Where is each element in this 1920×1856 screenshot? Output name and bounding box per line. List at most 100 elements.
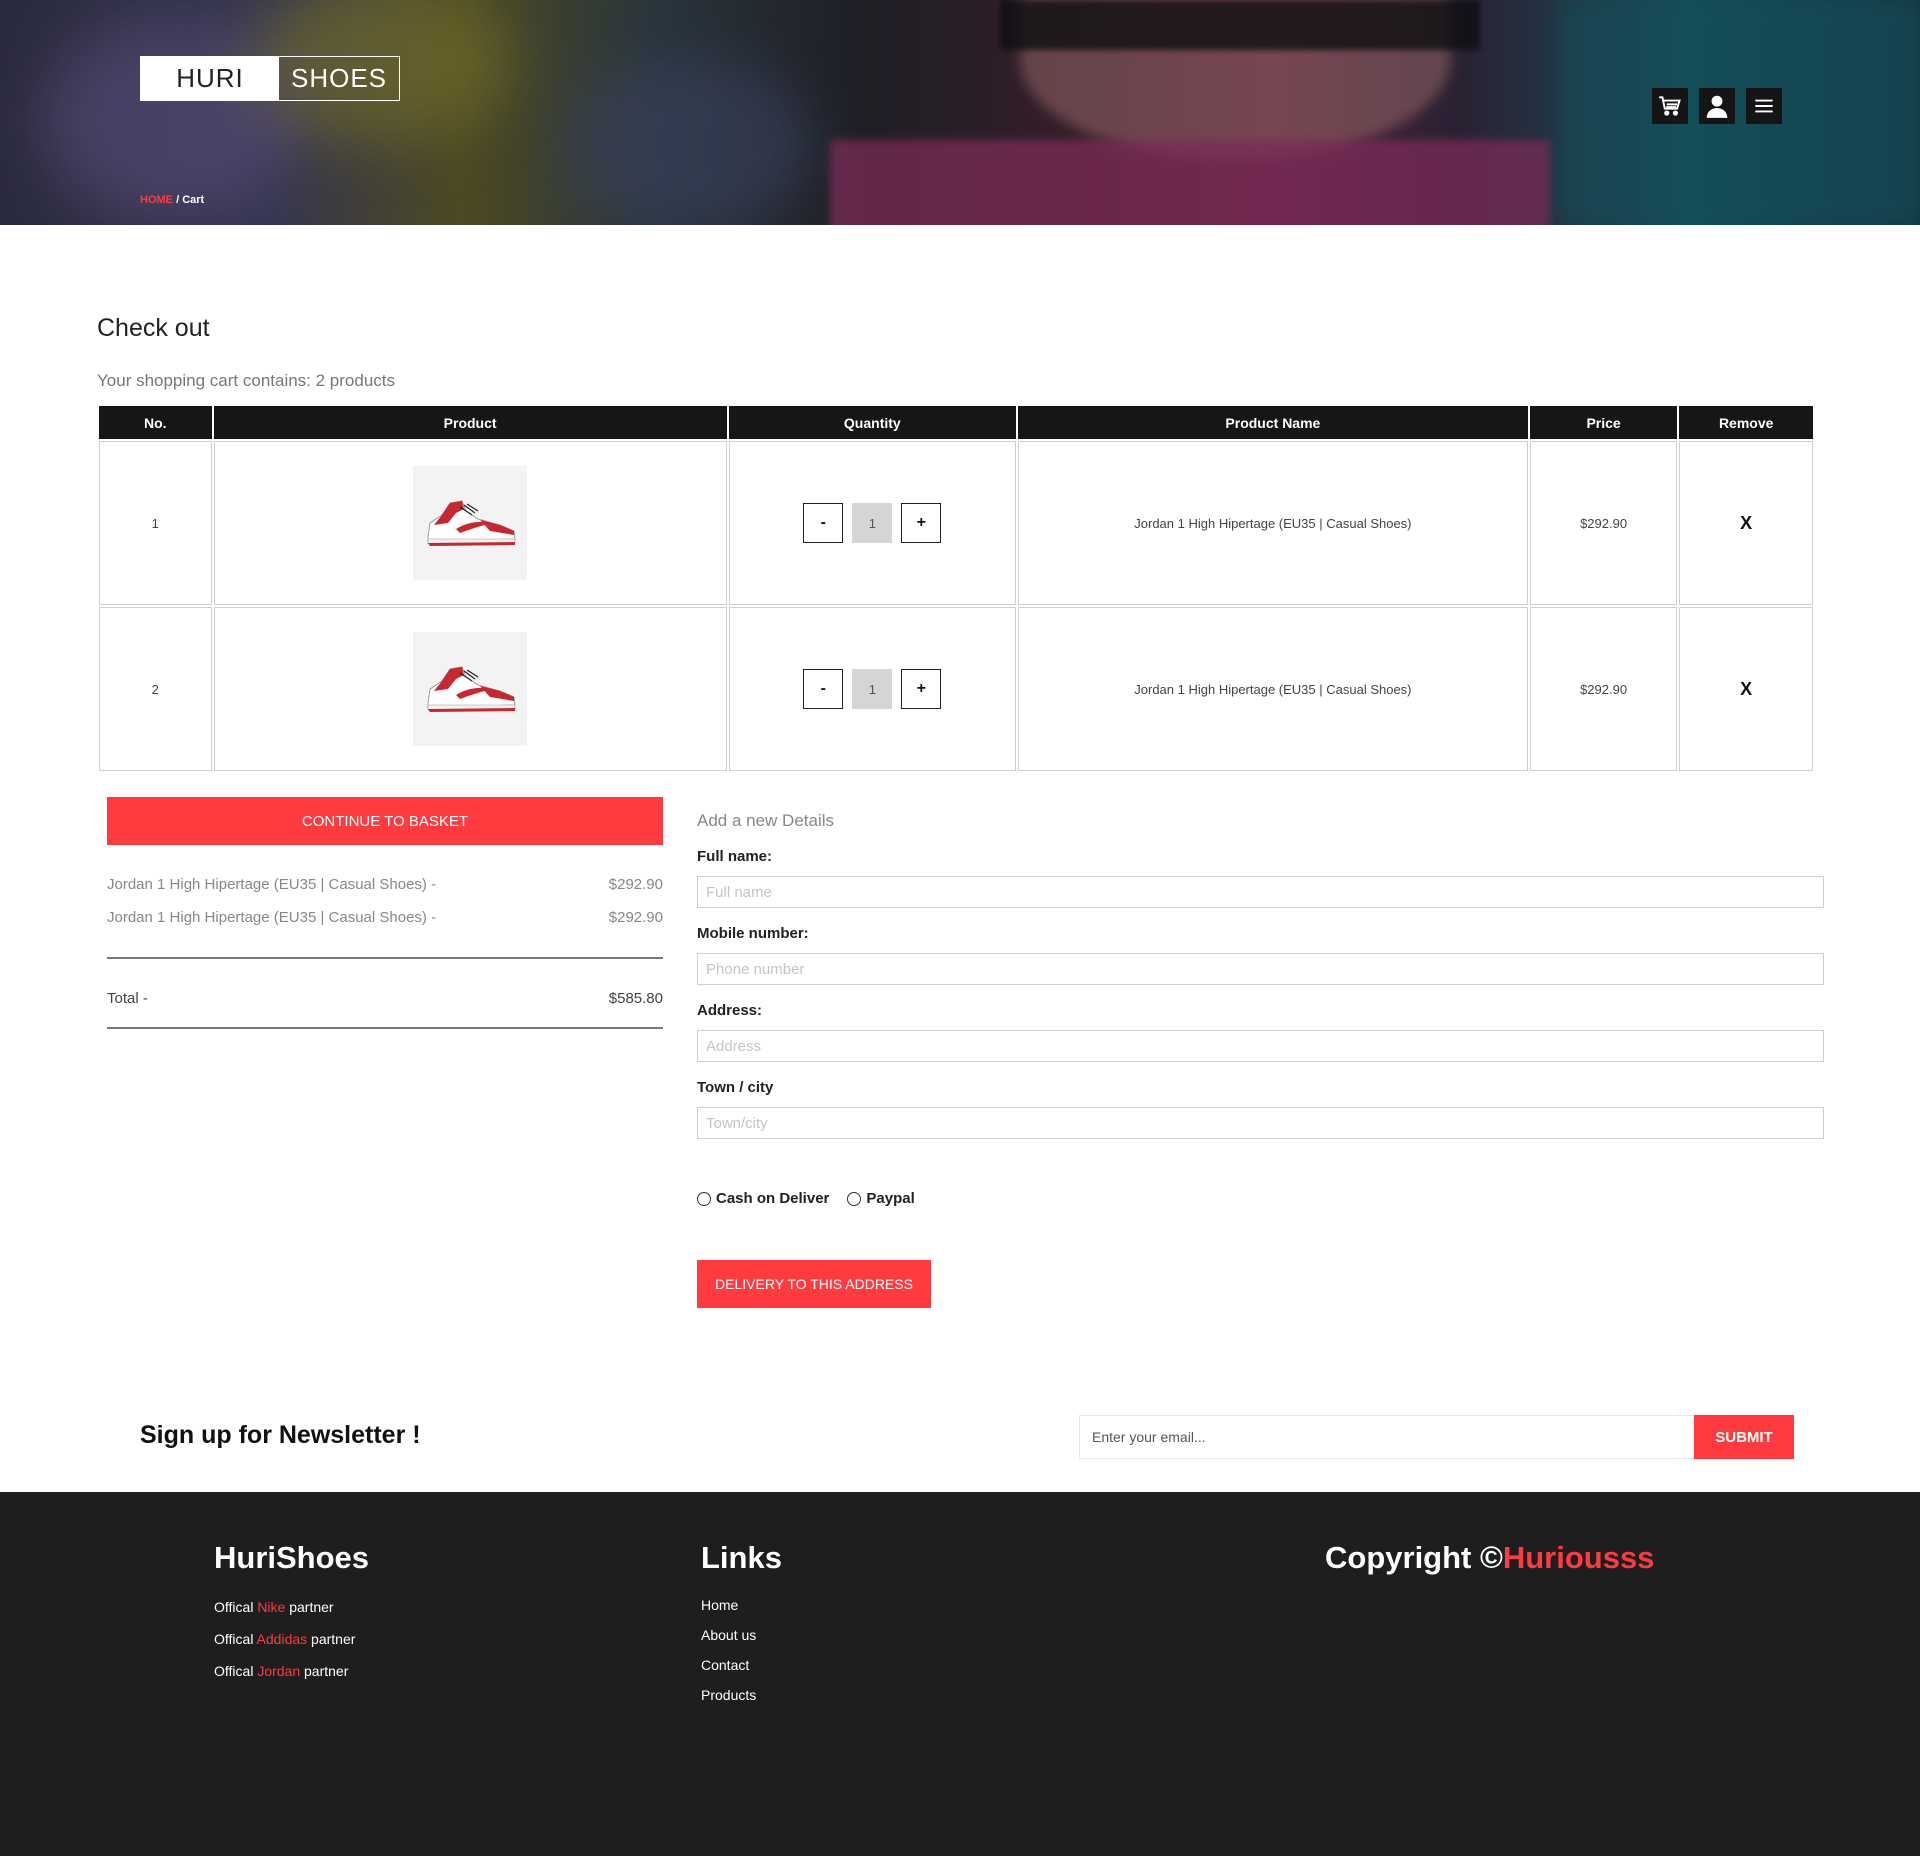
row-number: 2 xyxy=(99,607,212,771)
col-header-price: Price xyxy=(1529,406,1678,439)
newsletter-email-field[interactable] xyxy=(1079,1415,1696,1459)
footer-link-contact[interactable]: Contact xyxy=(701,1657,749,1673)
partner-line-nike: Offical Nike partner xyxy=(214,1599,334,1615)
partner-brand: Addidas xyxy=(256,1631,308,1647)
partner-line-addidas: Offical Addidas partner xyxy=(214,1631,355,1647)
product-name: Jordan 1 High Hipertage (EU35 | Casual S… xyxy=(1017,607,1528,771)
cart-table: No. Product Quantity Product Name Price … xyxy=(97,404,1815,773)
table-row: 1 - 1 + Jordan 1 High Hipertage (EU35 | … xyxy=(99,441,1813,605)
table-row: 2 - 1 + Jordan 1 High Hipertage (EU35 | … xyxy=(99,607,1813,771)
col-header-product: Product xyxy=(213,406,727,439)
quantity-decrease-button[interactable]: - xyxy=(803,669,844,709)
mobile-number-field[interactable] xyxy=(697,953,1824,985)
hero-banner: HURI SHOES HOME / Cart xyxy=(0,0,1920,225)
delivery-to-this-address-button[interactable]: DELIVERY TO THIS ADDRESS xyxy=(697,1260,931,1308)
footer-link-products[interactable]: Products xyxy=(701,1687,756,1703)
partner-suffix: partner xyxy=(300,1663,349,1679)
full-name-field[interactable] xyxy=(697,876,1824,908)
address-label: Address: xyxy=(697,1002,763,1019)
summary-item-name: Jordan 1 High Hipertage (EU35 | Casual S… xyxy=(107,909,437,926)
remove-item-button[interactable]: X xyxy=(1740,513,1752,533)
product-name: Jordan 1 High Hipertage (EU35 | Casual S… xyxy=(1017,441,1528,605)
summary-total: Total - $585.80 xyxy=(107,990,663,1007)
newsletter-title: Sign up for Newsletter ! xyxy=(140,1421,421,1449)
site-logo[interactable]: HURI SHOES xyxy=(140,56,400,101)
newsletter-submit-button[interactable]: SUBMIT xyxy=(1694,1415,1794,1459)
total-label: Total - xyxy=(107,990,148,1007)
form-title: Add a new Details xyxy=(697,811,835,830)
summary-divider xyxy=(107,1027,663,1029)
quantity-cell: - 1 + xyxy=(728,607,1016,771)
total-value: $585.80 xyxy=(608,990,663,1007)
paypal-radio[interactable] xyxy=(847,1191,862,1206)
breadcrumb-current: Cart xyxy=(182,194,205,206)
footer-link-about[interactable]: About us xyxy=(701,1627,756,1643)
summary-divider xyxy=(107,957,663,959)
town-city-label: Town / city xyxy=(697,1079,774,1096)
summary-item: Jordan 1 High Hipertage (EU35 | Casual S… xyxy=(107,909,663,926)
partner-suffix: partner xyxy=(285,1599,334,1615)
partner-brand: Nike xyxy=(257,1599,286,1615)
col-header-quantity: Quantity xyxy=(728,406,1016,439)
footer-link-home[interactable]: Home xyxy=(701,1597,738,1613)
cart-summary: Your shopping cart contains: 2 products xyxy=(97,371,396,390)
product-price: $292.90 xyxy=(1529,441,1678,605)
quantity-decrease-button[interactable]: - xyxy=(803,503,844,543)
partner-suffix: partner xyxy=(307,1631,356,1647)
logo-text-huri: HURI xyxy=(141,57,279,100)
copyright: Copyright ©Huriousss xyxy=(1325,1540,1654,1576)
payment-options: Cash on Deliver Paypal xyxy=(697,1190,915,1207)
product-image-sneaker[interactable] xyxy=(413,632,528,746)
summary-item-name: Jordan 1 High Hipertage (EU35 | Casual S… xyxy=(107,876,437,893)
quantity-value[interactable]: 1 xyxy=(852,503,893,543)
footer-brand-title: HuriShoes xyxy=(214,1540,370,1575)
quantity-cell: - 1 + xyxy=(728,441,1016,605)
breadcrumb-home[interactable]: HOME xyxy=(140,194,173,206)
col-header-no: No. xyxy=(99,406,212,439)
partner-prefix: Offical xyxy=(214,1663,258,1679)
continue-to-basket-button[interactable]: CONTINUE TO BASKET xyxy=(107,797,663,845)
product-cell xyxy=(213,441,727,605)
breadcrumb: HOME / Cart xyxy=(140,194,204,206)
quantity-increase-button[interactable]: + xyxy=(901,669,942,709)
quantity-stepper: - 1 + xyxy=(803,503,942,543)
product-price: $292.90 xyxy=(1529,607,1678,771)
partner-prefix: Offical xyxy=(214,1631,257,1647)
partner-brand: Jordan xyxy=(257,1663,301,1679)
payment-option-paypal[interactable]: Paypal xyxy=(847,1190,915,1207)
product-cell xyxy=(213,607,727,771)
logo-text-shoes: SHOES xyxy=(290,63,388,93)
payment-option-cash[interactable]: Cash on Deliver xyxy=(697,1190,829,1207)
user-icon[interactable] xyxy=(1699,88,1735,124)
remove-cell: X xyxy=(1679,441,1813,605)
menu-icon[interactable] xyxy=(1746,88,1782,124)
remove-cell: X xyxy=(1679,607,1813,771)
partner-prefix: Offical xyxy=(214,1599,258,1615)
quantity-value[interactable]: 1 xyxy=(852,669,893,709)
row-number: 1 xyxy=(99,441,212,605)
full-name-label: Full name: xyxy=(697,848,773,865)
col-header-remove: Remove xyxy=(1679,406,1813,439)
address-field[interactable] xyxy=(697,1030,1824,1062)
payment-option-label: Paypal xyxy=(866,1190,915,1207)
summary-item-price: $292.90 xyxy=(608,876,663,893)
col-header-product-name: Product Name xyxy=(1017,406,1528,439)
product-image-sneaker[interactable] xyxy=(413,466,528,580)
quantity-stepper: - 1 + xyxy=(803,669,942,709)
copyright-prefix: Copyright © xyxy=(1325,1540,1503,1575)
summary-item-price: $292.90 xyxy=(608,909,663,926)
quantity-increase-button[interactable]: + xyxy=(901,503,942,543)
town-city-field[interactable] xyxy=(697,1107,1824,1139)
cash-radio[interactable] xyxy=(697,1191,711,1206)
table-header-row: No. Product Quantity Product Name Price … xyxy=(99,406,1813,439)
page-title: Check out xyxy=(97,314,210,342)
remove-item-button[interactable]: X xyxy=(1740,679,1752,699)
partner-line-jordan: Offical Jordan partner xyxy=(214,1663,348,1679)
payment-option-label: Cash on Deliver xyxy=(716,1190,830,1207)
cart-icon[interactable] xyxy=(1652,88,1688,124)
summary-item: Jordan 1 High Hipertage (EU35 | Casual S… xyxy=(107,876,663,893)
header-icons xyxy=(1652,88,1782,124)
copyright-brand: Huriousss xyxy=(1502,1540,1655,1575)
footer-links-title: Links xyxy=(701,1540,782,1575)
mobile-number-label: Mobile number: xyxy=(697,925,809,942)
